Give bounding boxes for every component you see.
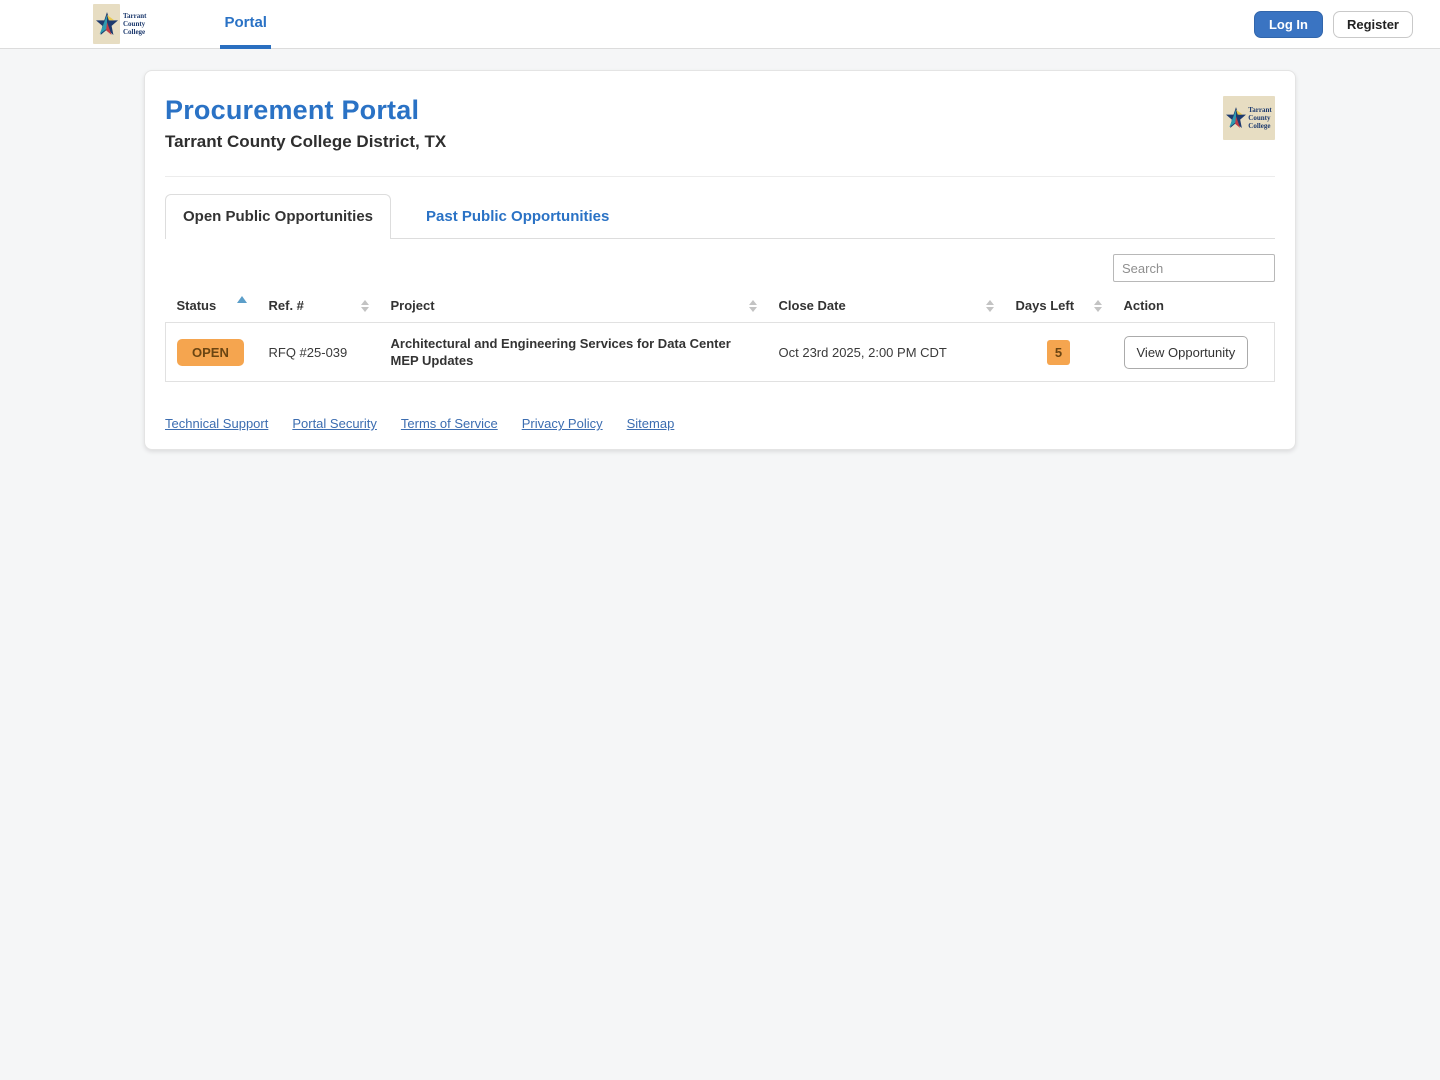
header-divider xyxy=(165,176,1275,177)
tab-open-public-opportunities[interactable]: Open Public Opportunities xyxy=(165,194,392,239)
status-badge: OPEN xyxy=(177,338,244,366)
tcc-card-logo: Tarrant County College xyxy=(1223,96,1275,140)
column-label: Ref. # xyxy=(268,298,304,313)
column-header-close-date[interactable]: Close Date xyxy=(768,289,1005,323)
register-button[interactable]: Register xyxy=(1332,10,1413,38)
page-subtitle: Tarrant County College District, TX xyxy=(165,132,447,151)
column-header-project[interactable]: Project xyxy=(380,289,768,323)
link-technical-support[interactable]: Technical Support xyxy=(165,416,268,431)
column-label: Project xyxy=(390,298,435,313)
column-label: Status xyxy=(176,298,217,313)
close-date: Oct 23rd 2025, 2:00 PM CDT xyxy=(767,322,1005,382)
tab-bar: Open Public Opportunities Past Public Op… xyxy=(165,194,1275,239)
tcc-logo-text: Tarrant County College xyxy=(1248,106,1272,130)
sort-icon[interactable] xyxy=(1093,299,1102,312)
column-header-status[interactable]: Status xyxy=(166,289,258,323)
link-privacy-policy[interactable]: Privacy Policy xyxy=(522,416,603,431)
days-left-badge: 5 xyxy=(1046,339,1071,365)
procurement-portal-card: Procurement Portal Tarrant County Colleg… xyxy=(144,70,1296,450)
footer-links: Technical Support Portal Security Terms … xyxy=(165,416,1275,431)
sort-icon[interactable] xyxy=(985,299,994,312)
nav-tab-portal[interactable]: Portal xyxy=(220,0,271,49)
ref-number: RFQ #25-039 xyxy=(257,322,380,382)
link-portal-security[interactable]: Portal Security xyxy=(292,416,377,431)
table-header-row: Status Ref. # Project Close Date Days Le… xyxy=(166,289,1275,323)
link-sitemap[interactable]: Sitemap xyxy=(627,416,675,431)
column-label: Close Date xyxy=(778,298,846,313)
view-opportunity-button[interactable]: View Opportunity xyxy=(1123,335,1249,369)
table-row: OPEN RFQ #25-039 Architectural and Engin… xyxy=(165,322,1275,382)
top-navbar: Tarrant County College Portal Log In Reg… xyxy=(0,0,1440,49)
column-header-days-left[interactable]: Days Left xyxy=(1005,289,1113,323)
search-input[interactable] xyxy=(1113,254,1275,282)
column-label: Days Left xyxy=(1015,298,1075,313)
project-title: Architectural and Engineering Services f… xyxy=(379,322,768,382)
sort-icon[interactable] xyxy=(748,299,757,312)
tab-past-public-opportunities[interactable]: Past Public Opportunities xyxy=(409,195,626,238)
opportunities-table: Status Ref. # Project Close Date Days Le… xyxy=(165,289,1275,382)
link-terms-of-service[interactable]: Terms of Service xyxy=(401,416,498,431)
column-label: Action xyxy=(1123,298,1164,313)
page-title: Procurement Portal xyxy=(165,95,420,125)
column-header-ref[interactable]: Ref. # xyxy=(258,289,380,323)
tcc-star-icon xyxy=(1226,107,1247,128)
login-button[interactable]: Log In xyxy=(1253,10,1323,38)
sort-icon[interactable] xyxy=(360,299,369,312)
tcc-logo[interactable]: Tarrant County College xyxy=(93,3,146,45)
tcc-star-icon xyxy=(93,4,120,44)
column-header-action: Action xyxy=(1113,289,1275,323)
sort-ascending-icon[interactable] xyxy=(236,296,247,303)
tcc-logo-text: Tarrant County College xyxy=(123,12,147,36)
